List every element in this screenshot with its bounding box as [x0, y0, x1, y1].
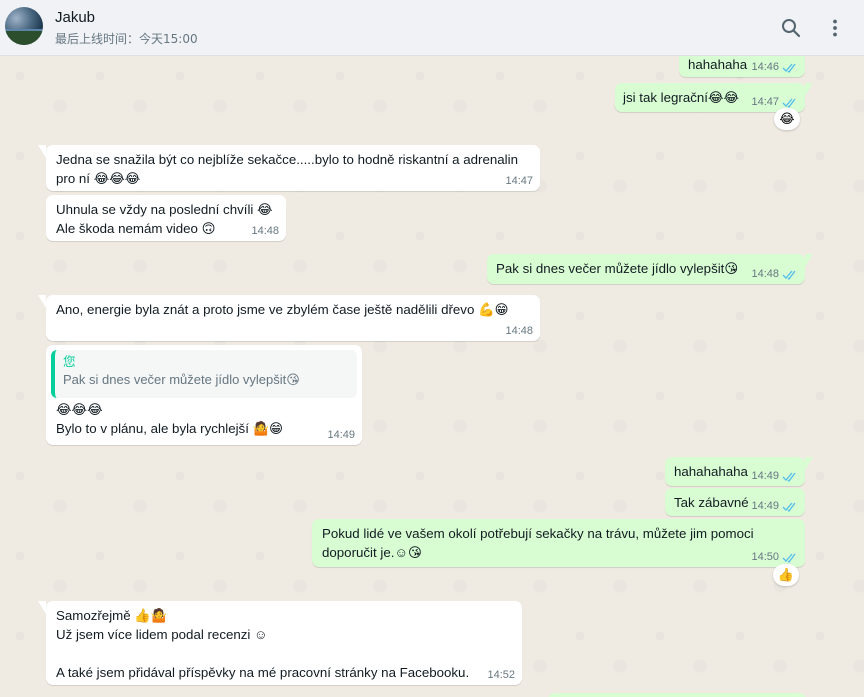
reaction-badge[interactable]: 👍 [773, 564, 799, 586]
message-bubble[interactable]: Samozřejmě 👍🤷 Už jsem více lidem podal r… [38, 601, 522, 685]
reaction-badge[interactable]: 😂 [774, 108, 800, 130]
message-text: Ano, energie byla znát a proto jsme ve z… [56, 302, 509, 317]
message-bubble[interactable]: Tak zábavné 14:49 [665, 488, 805, 516]
message-text: Pokud lidé ve vašem okolí potřebují seka… [322, 526, 754, 560]
double-check-icon [782, 472, 796, 482]
message-time: 14:47 [751, 96, 779, 108]
double-check-icon [782, 553, 796, 563]
message-bubble[interactable]: Pak si dnes večer můžete jídlo vylepšit😘… [487, 254, 813, 284]
message-time: 14:52 [487, 669, 515, 681]
message-time: 14:46 [751, 61, 779, 73]
double-check-icon [782, 270, 796, 280]
message-time: 14:49 [751, 500, 779, 512]
double-check-icon [782, 98, 796, 108]
message-bubble-partial [548, 693, 806, 697]
message-bubble[interactable]: Pokud lidé ve vašem okolí potřebují seka… [312, 519, 805, 567]
message-bubble[interactable]: Uhnula se vždy na poslední chvíli 😂 Ale … [46, 195, 286, 241]
message-time: 14:47 [505, 175, 533, 187]
search-icon[interactable] [779, 16, 803, 40]
message-text: Samozřejmě 👍🤷 Už jsem více lidem podal r… [56, 608, 470, 680]
last-seen-status: 最后上线时间：今天15:00 [55, 32, 198, 46]
message-time: 14:48 [251, 225, 279, 237]
quote-text: Pak si dnes večer můžete jídlo vylepšit😘 [63, 372, 300, 387]
message-bubble[interactable]: jsi tak legrační😂😂 14:47 [615, 83, 813, 112]
quote-author: 您 [63, 354, 76, 369]
message-bubble[interactable]: Jedna se snažila být co nejblíže sekačce… [38, 145, 540, 191]
message-text: Jedna se snažila být co nejblíže sekačce… [56, 152, 518, 186]
message-time: 14:48 [505, 325, 533, 337]
double-check-icon [782, 502, 796, 512]
chat-header: Jakub 最后上线时间：今天15:00 [0, 0, 864, 56]
message-time: 14:49 [751, 470, 779, 482]
message-bubble[interactable]: Ano, energie byla znát a proto jsme ve z… [38, 295, 540, 341]
menu-icon[interactable] [823, 16, 847, 40]
message-bubble[interactable]: hahahaha 14:46 [679, 56, 805, 77]
message-text: 😂😂😂 Bylo to v plánu, ale byla rychlejší … [56, 402, 284, 436]
message-time: 14:48 [751, 268, 779, 280]
avatar[interactable] [5, 7, 43, 45]
message-list[interactable]: hahahaha 14:46 jsi tak legrační😂😂 14:47 … [0, 56, 864, 697]
message-time: 14:50 [751, 551, 779, 563]
message-bubble[interactable]: hahahahaha 14:49 [665, 457, 813, 486]
message-bubble[interactable]: 您 Pak si dnes večer můžete jídlo vylepši… [46, 345, 362, 445]
message-time: 14:49 [327, 429, 355, 441]
contact-name[interactable]: Jakub [55, 9, 95, 26]
double-check-icon [782, 63, 796, 73]
quoted-message[interactable]: 您 Pak si dnes večer můžete jídlo vylepši… [51, 350, 357, 398]
